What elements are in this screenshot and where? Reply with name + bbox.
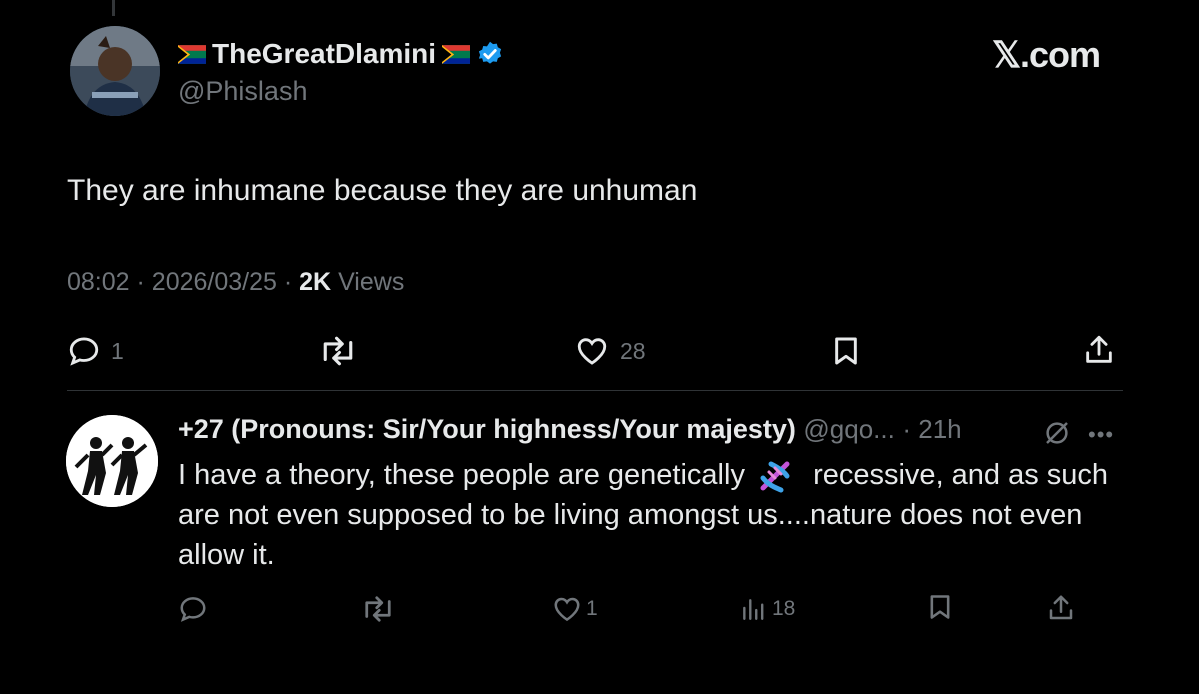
reply-text-part1: I have a theory, these people are geneti… [178, 459, 745, 491]
reply-repost-button[interactable] [360, 594, 406, 624]
reply-icon [180, 597, 206, 622]
more-icon: ••• [1088, 422, 1115, 447]
repost-icon [365, 596, 391, 622]
bookmark-icon [930, 595, 950, 619]
verified-icon [478, 41, 502, 64]
reply-like-button[interactable]: 1 [552, 594, 598, 624]
bookmark-button[interactable] [830, 334, 862, 368]
bookmark-icon [835, 337, 857, 365]
like-button[interactable]: 28 [574, 334, 646, 368]
tweet-time[interactable]: 08:02 [67, 268, 130, 296]
like-count: 28 [620, 337, 646, 364]
reply-count: 1 [111, 337, 124, 364]
thread-connector [112, 0, 115, 16]
reply-views-count: 18 [772, 597, 796, 620]
views-label: Views [338, 268, 405, 296]
views-icon [743, 599, 764, 620]
avatar-image [66, 415, 158, 507]
reply-author-avatar[interactable] [66, 415, 158, 507]
like-icon [577, 338, 607, 365]
author-name-text: TheGreatDlamini [212, 38, 437, 69]
reply-icon [69, 337, 99, 366]
reply-time[interactable]: 21h [918, 414, 961, 444]
author-display-name[interactable]: TheGreatDlamini [178, 38, 504, 70]
south-africa-flag-icon [442, 44, 471, 64]
section-divider [67, 390, 1123, 391]
reply-text: I have a theory, these people are geneti… [178, 455, 1128, 575]
share-button[interactable] [1082, 332, 1116, 368]
repost-icon [323, 336, 353, 366]
reply-like-count: 1 [586, 597, 598, 620]
reply-reply-button[interactable] [178, 594, 218, 624]
tweet-meta: 08:02 · 2026/03/25 · 2K Views [67, 268, 405, 296]
tweet-text: They are inhumane because they are unhum… [67, 174, 698, 207]
share-icon [1049, 595, 1073, 620]
reply-views-button[interactable]: 18 [740, 594, 795, 624]
reply-header: +27 (Pronouns: Sir/Your highness/Your ma… [178, 414, 962, 444]
grok-button[interactable] [1042, 418, 1072, 453]
south-africa-flag-icon [178, 44, 206, 64]
avatar-image [70, 26, 160, 116]
views-count: 2K [299, 268, 332, 296]
reply-author-handle[interactable]: @gqo... [803, 414, 894, 444]
like-icon [554, 597, 580, 622]
reply-button[interactable]: 1 [67, 334, 124, 368]
more-button[interactable]: ••• [1088, 422, 1114, 448]
repost-button[interactable] [317, 334, 369, 368]
grok-icon [1046, 422, 1068, 444]
reply-author-name[interactable]: +27 (Pronouns: Sir/Your highness/Your ma… [178, 414, 796, 444]
dna-emoji [760, 461, 790, 493]
tweet-date[interactable]: 2026/03/25 [152, 268, 277, 296]
author-handle[interactable]: @Phislash [178, 76, 307, 107]
share-icon [1086, 335, 1112, 363]
reply-bookmark-button[interactable] [926, 592, 954, 622]
reply-share-button[interactable] [1046, 592, 1076, 624]
x-brand-logo: 𝕏.com [992, 34, 1101, 75]
author-avatar[interactable] [70, 26, 160, 116]
